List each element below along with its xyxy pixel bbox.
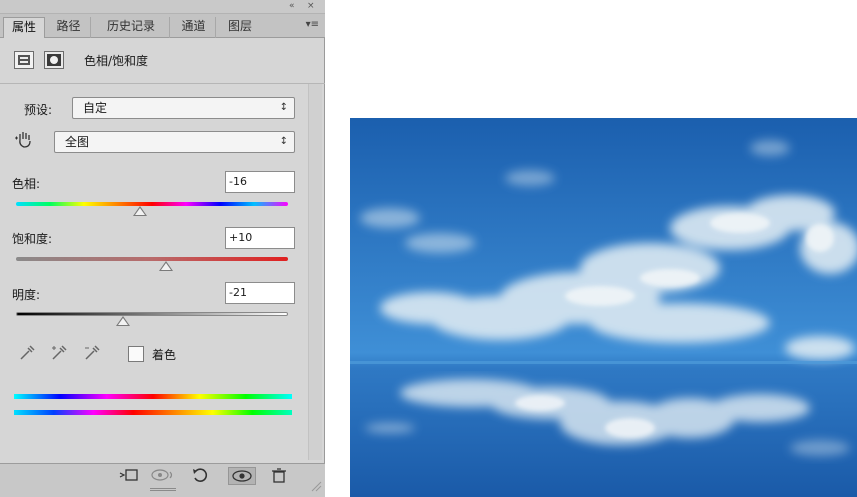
eyedropper-glyph — [20, 345, 35, 360]
output-color-spectrum — [14, 410, 292, 415]
saturation-slider-track[interactable] — [16, 257, 288, 261]
layer-mask-icon[interactable] — [44, 51, 64, 69]
reset-icon[interactable] — [190, 467, 210, 485]
eyedropper-subtract-icon[interactable] — [83, 344, 101, 362]
hue-slider-track[interactable] — [16, 202, 288, 206]
eyedropper-add-glyph — [52, 345, 67, 360]
sky-reflection-photo — [350, 118, 857, 497]
tab-layers[interactable]: 图层 — [218, 17, 262, 38]
clip-to-layer-icon[interactable] — [118, 467, 140, 485]
panel-scrollbar[interactable] — [308, 84, 322, 460]
view-previous-icon[interactable] — [149, 467, 175, 485]
saturation-slider-thumb[interactable] — [158, 261, 173, 271]
clip-glyph — [119, 469, 138, 481]
eyedropper-icon[interactable] — [18, 344, 36, 362]
select-arrow-icon: ↕ — [279, 102, 288, 113]
header-divider — [0, 83, 325, 84]
preset-value: 自定 — [83, 101, 108, 115]
eyedropper-subtract-glyph — [85, 345, 100, 360]
lightness-input[interactable]: -21 — [225, 282, 295, 304]
tab-properties[interactable]: 属性 — [3, 17, 45, 38]
delete-icon[interactable] — [268, 467, 290, 485]
reset-glyph — [193, 468, 208, 482]
eyedropper-add-icon[interactable] — [50, 344, 68, 362]
saturation-label: 饱和度: — [12, 232, 53, 246]
view-previous-glyph — [151, 469, 173, 481]
lightness-label: 明度: — [12, 288, 41, 302]
colorize-checkbox[interactable] — [128, 346, 144, 362]
hand-glyph — [15, 132, 31, 148]
adjustment-layer-glyph — [18, 55, 30, 65]
tab-paths[interactable]: 路径 — [47, 17, 91, 38]
lightness-slider-track[interactable] — [16, 312, 288, 316]
hue-label: 色相: — [12, 177, 41, 191]
colorize-label: 着色 — [152, 348, 177, 362]
trash-glyph — [272, 468, 286, 483]
properties-panel: « × 属性 路径 历史记录 通道 图层 ▾≡ 色相/饱和度 预设: 自定 ↕ — [0, 0, 325, 497]
preset-label: 预设: — [24, 103, 53, 117]
adjustment-layer-icon[interactable] — [14, 51, 34, 69]
preset-select[interactable]: 自定 ↕ — [72, 97, 295, 119]
tab-channels[interactable]: 通道 — [172, 17, 216, 38]
panel-resize-grip[interactable] — [150, 488, 176, 491]
panel-menu-icon[interactable]: ▾≡ — [306, 19, 319, 30]
channel-value: 全图 — [65, 135, 90, 149]
saturation-input[interactable]: +10 — [225, 227, 295, 249]
tab-bar: 属性 路径 历史记录 通道 图层 ▾≡ — [0, 14, 325, 38]
channel-select[interactable]: 全图 ↕ — [54, 131, 295, 153]
layer-mask-glyph — [47, 54, 61, 66]
lightness-slider-thumb[interactable] — [116, 316, 131, 326]
close-icon[interactable]: × — [307, 0, 315, 13]
corner-resize-icon[interactable] — [310, 478, 322, 492]
collapse-icon[interactable]: « — [289, 0, 295, 13]
tab-history[interactable]: 历史记录 — [93, 17, 170, 38]
hue-slider-thumb[interactable] — [132, 206, 147, 216]
adjustment-title: 色相/饱和度 — [84, 54, 149, 68]
panel-title-bar: « × — [0, 0, 325, 14]
input-color-spectrum — [14, 394, 292, 399]
hue-input[interactable]: -16 — [225, 171, 295, 193]
photo-canvas — [350, 118, 857, 497]
eye-glyph — [232, 470, 252, 482]
visibility-icon[interactable] — [228, 467, 256, 485]
select-arrow-icon: ↕ — [279, 136, 288, 147]
on-image-adjust-hand-icon[interactable] — [14, 128, 36, 150]
